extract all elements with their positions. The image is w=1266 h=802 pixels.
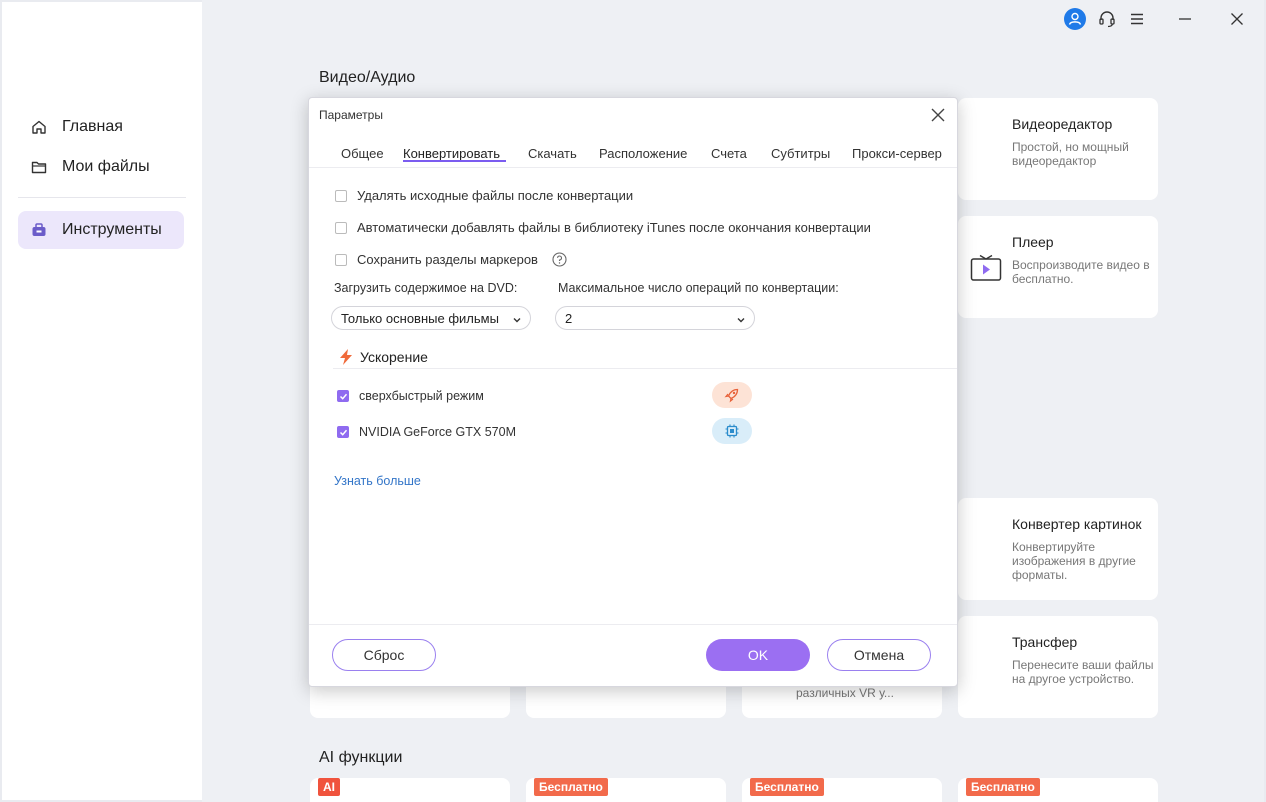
card-transfer[interactable]: Трансфер Перенесите ваши файлы на другое… (958, 616, 1158, 718)
chip-badge (712, 418, 752, 444)
card-ai-feature[interactable]: Бесплатно (742, 778, 942, 802)
tab-download[interactable]: Скачать (528, 146, 577, 161)
card-desc: Конвертируйте изображения в другие форма… (1012, 540, 1136, 582)
hamburger-icon (1129, 11, 1145, 32)
folder-icon (30, 158, 48, 176)
sidebar-item-home[interactable]: Главная (18, 108, 184, 146)
option-delete-source[interactable]: Удалять исходные файлы после конвертации (335, 188, 633, 203)
toolbox-icon (30, 221, 48, 239)
dialog-title: Параметры (319, 108, 383, 122)
max-ops-select[interactable]: 2 (555, 306, 755, 330)
card-title: Конвертер картинок (1012, 516, 1142, 532)
section-title-ai: AI функции (319, 749, 403, 766)
active-tab-indicator (403, 160, 506, 162)
tab-convert[interactable]: Конвертировать (403, 146, 500, 161)
section-title-video-audio: Видео/Аудио (319, 69, 416, 86)
badge-free: Бесплатно (750, 778, 824, 796)
option-label: Удалять исходные файлы после конвертации (357, 188, 634, 203)
ok-button[interactable]: OK (706, 639, 810, 671)
user-icon (1064, 7, 1086, 35)
minimize-button[interactable] (1174, 10, 1196, 32)
chevron-down-icon (512, 313, 522, 323)
chevron-down-icon (736, 313, 746, 323)
checkbox[interactable] (335, 221, 347, 234)
option-label: NVIDIA GeForce GTX 570M (359, 425, 516, 439)
badge-ai: AI (318, 778, 340, 796)
chip-icon (724, 423, 740, 439)
option-add-to-itunes[interactable]: Автоматически добавлять файлы в библиоте… (335, 220, 871, 235)
tab-proxy[interactable]: Прокси-сервер (852, 146, 942, 161)
dialog-tabs: Общее Конвертировать Скачать Расположени… (309, 142, 957, 168)
card-player[interactable]: Плеер Воспроизводите видео в бесплатно. (958, 216, 1158, 318)
tab-subtitles[interactable]: Субтитры (771, 146, 830, 161)
accel-title: Ускорение (360, 349, 428, 365)
card-ai-feature[interactable]: Бесплатно (958, 778, 1158, 802)
lightning-icon (338, 348, 354, 366)
player-icon (970, 254, 1002, 287)
help-icon[interactable] (552, 252, 567, 267)
rocket-icon (724, 387, 740, 403)
card-ai-feature[interactable]: AI (310, 778, 510, 802)
reset-button[interactable]: Сброс (332, 639, 436, 671)
dvd-select[interactable]: Только основные фильмы (331, 306, 531, 330)
card-title: Плеер (1012, 234, 1054, 250)
option-ultrafast-mode[interactable]: сверхбыстрый режим (337, 389, 484, 403)
checkbox-checked[interactable] (337, 390, 349, 402)
accel-header: Ускорение (338, 348, 428, 366)
option-label: Автоматически добавлять файлы в библиоте… (357, 220, 871, 235)
card-title: Видеоредактор (1012, 116, 1113, 132)
card-desc: Простой, но мощный видеоредактор (1012, 140, 1129, 168)
card-video-editor[interactable]: Видеоредактор Простой, но мощный видеоре… (958, 98, 1158, 200)
dvd-select-value: Только основные фильмы (341, 310, 499, 326)
checkbox[interactable] (335, 189, 347, 202)
tab-general[interactable]: Общее (341, 146, 384, 161)
cancel-button[interactable]: Отмена (827, 639, 931, 671)
minimize-icon (1177, 11, 1193, 32)
tab-location[interactable]: Расположение (599, 146, 687, 161)
sidebar-item-tools[interactable]: Инструменты (18, 211, 184, 249)
max-ops-label: Максимальное число операций по конвертац… (558, 281, 839, 295)
accel-divider (333, 368, 957, 369)
card-title: Трансфер (1012, 634, 1078, 650)
sidebar-item-label: Мои файлы (62, 158, 150, 175)
sidebar: Главная Мои файлы Инструменты (2, 2, 202, 800)
card-ai-feature[interactable]: Бесплатно (526, 778, 726, 802)
sidebar-item-label: Главная (62, 118, 123, 135)
dialog-close-button[interactable] (929, 106, 947, 124)
learn-more-link[interactable]: Узнать больше (334, 474, 421, 488)
badge-free: Бесплатно (966, 778, 1040, 796)
close-icon (1229, 11, 1245, 32)
option-label: Сохранить разделы маркеров (357, 252, 538, 267)
sidebar-divider (18, 197, 186, 198)
close-icon (929, 108, 947, 128)
sidebar-item-my-files[interactable]: Мои файлы (18, 148, 184, 186)
home-icon (30, 118, 48, 136)
tab-accounts[interactable]: Счета (711, 146, 747, 161)
close-window-button[interactable] (1226, 10, 1248, 32)
headset-icon (1098, 10, 1116, 33)
menu-button[interactable] (1126, 10, 1148, 32)
checkbox-checked[interactable] (337, 426, 349, 438)
badge-free: Бесплатно (534, 778, 608, 796)
card-image-converter[interactable]: Конвертер картинок Конвертируйте изображ… (958, 498, 1158, 600)
checkbox[interactable] (335, 253, 347, 266)
account-button[interactable] (1064, 7, 1086, 35)
settings-dialog: Параметры Общее Конвертировать Скачать Р… (308, 97, 958, 687)
footer-divider (309, 624, 957, 625)
option-save-markers[interactable]: Сохранить разделы маркеров (335, 252, 567, 267)
option-label: сверхбыстрый режим (359, 389, 484, 403)
card-desc: Воспроизводите видео в бесплатно. (1012, 258, 1150, 286)
card-desc: различных VR у... (796, 686, 894, 700)
sidebar-item-label: Инструменты (62, 221, 162, 238)
max-ops-select-value: 2 (565, 310, 573, 326)
option-nvidia-gpu[interactable]: NVIDIA GeForce GTX 570M (337, 425, 516, 439)
card-desc: Перенесите ваши файлы на другое устройст… (1012, 658, 1154, 686)
rocket-badge (712, 382, 752, 408)
support-button[interactable] (1096, 10, 1118, 32)
dvd-label: Загрузить содержимое на DVD: (334, 281, 518, 295)
